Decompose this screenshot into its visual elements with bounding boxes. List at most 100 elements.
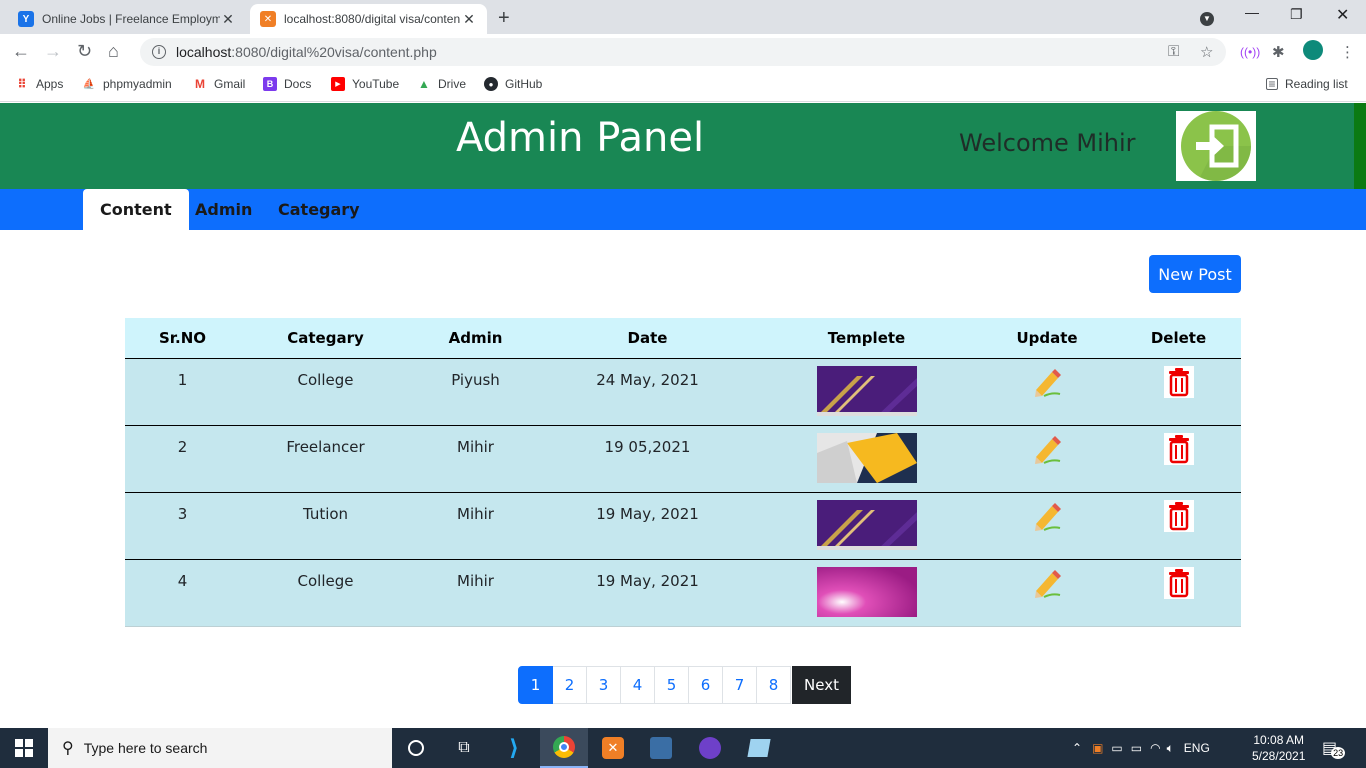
page-link-5[interactable]: 5 — [655, 666, 689, 704]
logout-button[interactable] — [1176, 111, 1256, 181]
template-thumbnail[interactable] — [816, 365, 917, 416]
page-link-4[interactable]: 4 — [621, 666, 655, 704]
delete-trash-icon[interactable] — [1163, 365, 1194, 398]
bookmark-docs[interactable]: B Docs — [263, 77, 311, 91]
bookmark-github[interactable]: ● GitHub — [484, 77, 542, 91]
home-icon[interactable]: ⌂ — [108, 41, 119, 62]
page-link-2[interactable]: 2 — [553, 666, 587, 704]
url-path: :8080/digital%20visa/content.php — [231, 44, 437, 60]
cortana-icon[interactable] — [392, 728, 440, 768]
github-icon: ● — [484, 77, 498, 91]
reload-icon[interactable]: ↻ — [77, 41, 92, 62]
task-view-icon[interactable]: ⧉ — [440, 728, 488, 768]
column-header: Categary — [240, 318, 411, 359]
wifi-icon[interactable]: ◠ — [1150, 741, 1160, 755]
close-tab-icon[interactable]: ✕ — [461, 11, 477, 28]
page-link-6[interactable]: 6 — [689, 666, 723, 704]
battery-icon[interactable]: ▭ — [1131, 741, 1142, 755]
browser-tab-freelance[interactable]: Y Online Jobs | Freelance Employm ✕ — [8, 4, 246, 34]
menu-kebab-icon[interactable]: ⋮ — [1340, 43, 1355, 61]
page-link-1[interactable]: 1 — [518, 666, 553, 704]
taskbar-search[interactable]: ⚲ Type here to search — [48, 728, 392, 768]
search-placeholder: Type here to search — [83, 740, 208, 756]
windows-logo-icon — [15, 739, 33, 757]
column-header: Update — [978, 318, 1116, 359]
cell-admin: Mihir — [411, 425, 540, 493]
delete-trash-icon[interactable] — [1163, 432, 1194, 465]
profile-avatar[interactable] — [1303, 40, 1323, 60]
language-indicator[interactable]: ENG — [1184, 741, 1210, 755]
edit-pencil-icon[interactable] — [1032, 433, 1062, 465]
show-hidden-icons-icon[interactable]: ⌃ — [1072, 741, 1082, 755]
edit-pencil-icon[interactable] — [1032, 366, 1062, 398]
table-header-row: Sr.NO Categary Admin Date Templete Updat… — [125, 318, 1241, 359]
gmail-icon: M — [195, 77, 205, 91]
page-link-8[interactable]: 8 — [757, 666, 791, 704]
column-header: Admin — [411, 318, 540, 359]
new-tab-plus-icon[interactable]: + — [498, 7, 510, 30]
reading-list-icon: ≡ — [1266, 77, 1278, 91]
xampp-icon[interactable]: ✕ — [589, 728, 637, 768]
cell-category: Freelancer — [240, 425, 411, 493]
bookmark-apps[interactable]: ⠿ Apps — [15, 77, 63, 91]
volume-icon[interactable]: 🔈︎ — [1167, 741, 1174, 756]
github-desktop-icon[interactable] — [686, 728, 734, 768]
bookmark-drive[interactable]: ▲ Drive — [417, 77, 466, 91]
address-bar[interactable]: i localhost:8080/digital%20visa/content.… — [140, 38, 1226, 66]
extensions-puzzle-icon[interactable]: ✱ — [1272, 43, 1285, 61]
cell-date: 19 May, 2021 — [540, 559, 755, 627]
template-thumbnail[interactable] — [816, 499, 917, 550]
drive-icon: ▲ — [418, 77, 430, 91]
cell-category: Tution — [240, 492, 411, 560]
tab-title: Online Jobs | Freelance Employm — [42, 12, 220, 26]
new-post-button[interactable]: New Post — [1149, 255, 1241, 293]
browser-tabstrip: Y Online Jobs | Freelance Employm ✕ ✕ lo… — [0, 0, 1366, 34]
bookmark-star-icon[interactable]: ☆ — [1200, 43, 1213, 61]
cast-icon[interactable]: ((•)) — [1240, 45, 1260, 59]
notepad-icon[interactable] — [735, 728, 783, 768]
delete-trash-icon[interactable] — [1163, 499, 1194, 532]
next-page-button[interactable]: Next — [792, 666, 851, 704]
start-button[interactable] — [0, 728, 48, 768]
reading-list[interactable]: ≡ Reading list — [1266, 77, 1348, 91]
minimize-icon[interactable]: — — [1245, 4, 1259, 20]
clock[interactable]: 10:08 AM 5/28/2021 — [1252, 732, 1305, 764]
tab-content[interactable]: Content — [83, 189, 189, 230]
template-thumbnail[interactable] — [816, 432, 917, 483]
table-row: 2 Freelancer Mihir 19 05,2021 — [125, 425, 1241, 493]
cell-delete — [1116, 358, 1241, 426]
site-info-icon[interactable]: i — [152, 45, 166, 59]
key-icon[interactable]: ⚿ — [1168, 43, 1179, 60]
template-thumbnail[interactable] — [816, 566, 917, 617]
tab-admin[interactable]: Admin — [195, 189, 252, 230]
chrome-icon[interactable] — [540, 728, 588, 768]
forward-arrow-icon[interactable]: → — [44, 41, 62, 62]
close-tab-icon[interactable]: ✕ — [220, 11, 236, 28]
xampp-tray-icon[interactable]: ▣ — [1092, 741, 1103, 755]
profile-dropdown-icon[interactable]: ▼ — [1200, 8, 1214, 26]
header-edge-bar — [1354, 103, 1366, 189]
cell-admin: Mihir — [411, 559, 540, 627]
clock-time: 10:08 AM — [1253, 733, 1305, 747]
bookmark-gmail[interactable]: M Gmail — [193, 77, 245, 91]
bookmark-phpmyadmin[interactable]: ⛵ phpmyadmin — [82, 77, 172, 91]
edit-pencil-icon[interactable] — [1032, 567, 1062, 599]
notifications-button[interactable]: ▤ 23 — [1322, 728, 1346, 768]
restore-icon[interactable]: ❐ — [1290, 6, 1303, 23]
back-arrow-icon[interactable]: ← — [12, 41, 30, 62]
cell-category: College — [240, 358, 411, 426]
meet-now-icon[interactable]: ▭ — [1111, 741, 1122, 755]
cell-delete — [1116, 425, 1241, 493]
vscode-icon[interactable]: ⟩ — [490, 728, 538, 768]
page-link-3[interactable]: 3 — [587, 666, 621, 704]
reading-list-label: Reading list — [1285, 77, 1348, 91]
page-link-7[interactable]: 7 — [723, 666, 757, 704]
mysql-workbench-icon[interactable] — [637, 728, 685, 768]
bookmark-youtube[interactable]: ▶ YouTube — [331, 77, 399, 91]
edit-pencil-icon[interactable] — [1032, 500, 1062, 532]
delete-trash-icon[interactable] — [1163, 566, 1194, 599]
close-window-icon[interactable]: ✕ — [1336, 5, 1349, 25]
tab-categary[interactable]: Categary — [278, 189, 360, 230]
browser-tab-localhost[interactable]: ✕ localhost:8080/digital visa/conten ✕ — [250, 4, 487, 34]
docs-icon: B — [263, 77, 277, 91]
